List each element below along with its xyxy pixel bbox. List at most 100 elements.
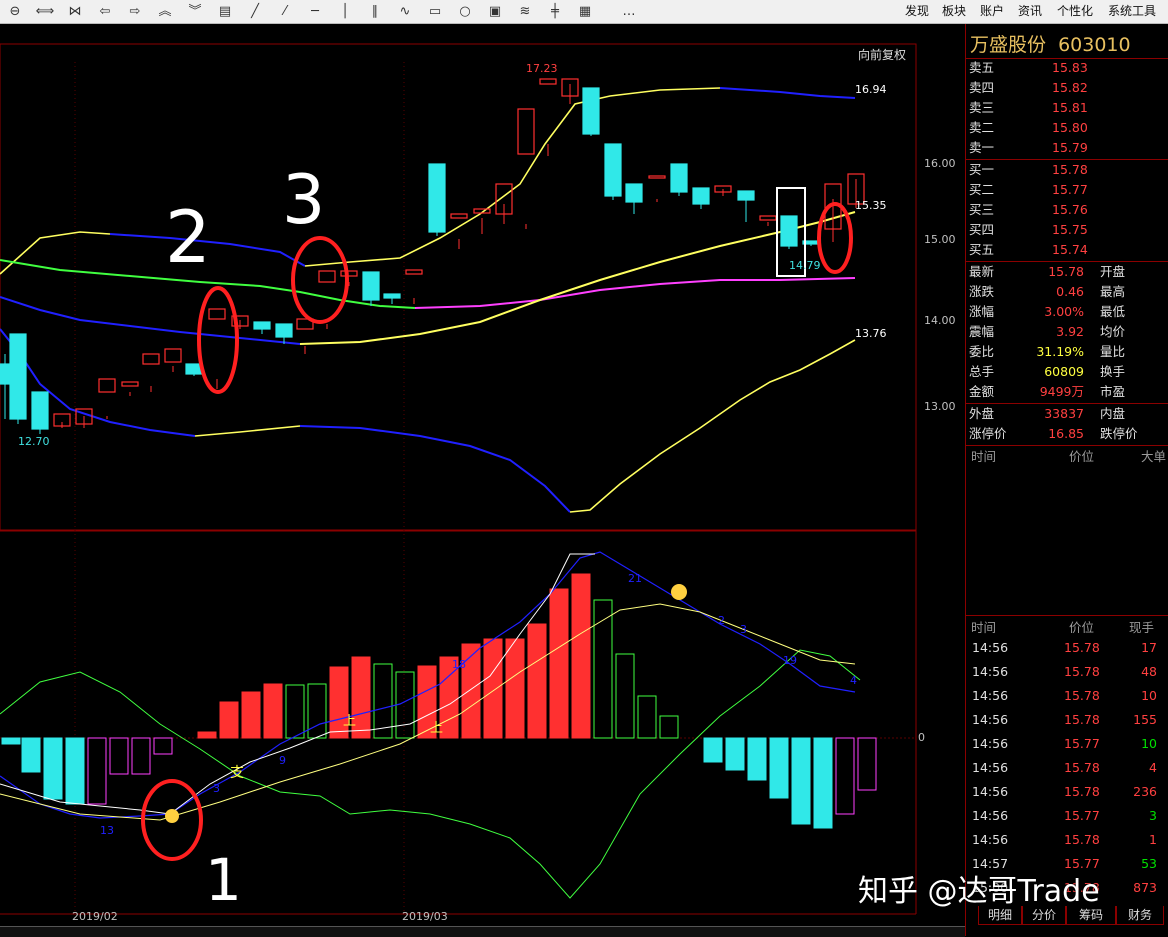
macd-bar [263, 683, 283, 739]
fib-tool-icon[interactable]: ≋ [514, 2, 536, 21]
separator [966, 445, 1168, 446]
candle-body [121, 381, 139, 387]
macd-bar [197, 731, 217, 739]
macd-bar [571, 573, 591, 739]
stat-value: 60809 [1044, 364, 1084, 379]
macd-num-4: 18 [452, 658, 466, 671]
vertical-line-icon[interactable]: │ [334, 2, 356, 21]
stat-label: 总手 [969, 364, 995, 379]
arrows-collapse-icon[interactable]: ⋈ [64, 2, 86, 21]
stat-label: 最新 [969, 264, 995, 279]
menu-zixun[interactable]: 资讯 [1018, 3, 1042, 19]
ma-lower-blue [0, 296, 301, 345]
tick-volume: 155 [1133, 712, 1157, 727]
gann-tool-icon[interactable]: ╪ [544, 2, 566, 21]
chevron-up-icon[interactable]: ︽ [154, 2, 176, 21]
macd-bar [791, 737, 811, 825]
high-price-label: 17.23 [526, 62, 558, 75]
rectangle-icon[interactable]: ▭ [424, 2, 446, 21]
tick-row: 14:56 15.78 236 [966, 782, 1168, 802]
macd-bar [109, 737, 129, 775]
zhangting-label: 涨停价 [969, 426, 1007, 441]
line-tool-icon[interactable]: ╱ [244, 2, 266, 21]
tick-row: 14:56 15.78 155 [966, 710, 1168, 730]
stat-label-2: 均价 [1100, 324, 1126, 339]
buy-price: 15.76 [1052, 202, 1088, 217]
lower-band-label: 13.76 [855, 327, 887, 340]
tick-time: 14:56 [972, 760, 1009, 775]
tick-time: 14:56 [972, 712, 1009, 727]
tick-price: 15.78 [1064, 832, 1100, 847]
shang-marker-2: 上 [430, 721, 444, 736]
annotation-circle-right [817, 202, 853, 274]
circle-icon[interactable]: ○ [454, 2, 476, 21]
tick-volume: 873 [1133, 880, 1157, 895]
stat-value: 0.46 [1056, 284, 1084, 299]
tab-caiwu[interactable]: 财务 [1116, 906, 1164, 925]
fuquan-label[interactable]: 向前复权 [858, 46, 906, 63]
arrow-right-icon[interactable]: ⇨ [124, 2, 146, 21]
menu-zhanghu[interactable]: 账户 [980, 3, 1004, 19]
buy-row: 买五 15.74 [966, 240, 1168, 260]
stat-label: 震幅 [969, 324, 995, 339]
layout-icon[interactable]: ▤ [214, 2, 236, 21]
macd-bar [131, 737, 151, 775]
menu-xitong[interactable]: 系统工具 [1108, 3, 1156, 19]
more-icon[interactable]: … [618, 2, 640, 21]
macd-num-1: 13 [100, 824, 114, 837]
candle-body [253, 321, 271, 330]
buy-price: 15.78 [1052, 162, 1088, 177]
zoom-out-icon[interactable]: ⊖ [4, 2, 26, 21]
upper-band-label: 16.94 [855, 83, 887, 96]
menu-gexinghua[interactable]: 个性化 [1057, 3, 1093, 19]
stat-label-2: 开盘 [1100, 264, 1126, 279]
tick-volume: 48 [1141, 664, 1157, 679]
menu-bankuai[interactable]: 板块 [942, 3, 966, 19]
candle-body [582, 87, 600, 135]
arrows-h-icon[interactable]: ⟺ [34, 2, 56, 21]
macd-bar [219, 701, 239, 739]
macd-num-2: 3 [213, 782, 220, 795]
candle-body [670, 163, 688, 193]
candle-body [737, 190, 755, 201]
stat-value: 3.92 [1056, 324, 1084, 339]
tick-volume: 4 [1149, 760, 1157, 775]
parallel-line-icon[interactable]: ∥ [364, 2, 386, 21]
tick-row: 14:56 15.78 1 [966, 830, 1168, 850]
wave-tool-icon[interactable]: ∿ [394, 2, 416, 21]
kline-chart[interactable]: 向前复权 16.00 15.00 14.00 13.00 0 2019/02 2… [0, 24, 965, 936]
tick-volume: 10 [1141, 688, 1157, 703]
mid-band-label: 15.35 [855, 199, 887, 212]
buy-row: 买一 15.78 [966, 160, 1168, 180]
tick-price: 15.78 [1064, 688, 1100, 703]
stat-label: 涨跌 [969, 284, 995, 299]
dieting-label: 跌停价 [1100, 426, 1138, 441]
text-box-icon[interactable]: ▣ [484, 2, 506, 21]
tick-row: 14:56 15.77 10 [966, 734, 1168, 754]
chevron-down-icon[interactable]: ︾ [184, 2, 206, 21]
dashed-line-icon[interactable]: ⁄ [274, 2, 296, 21]
arrow-left-icon[interactable]: ⇦ [94, 2, 116, 21]
chart-canvas[interactable] [0, 24, 965, 936]
buy-label: 买四 [969, 222, 995, 237]
eraser-icon[interactable]: ▦ [574, 2, 596, 21]
macd-bar [813, 737, 833, 829]
macd-bar [285, 684, 305, 739]
stat-row: 委比 31.19% 量比 [966, 342, 1168, 362]
candle-body [692, 187, 710, 205]
stat-label-2: 量比 [1100, 344, 1126, 359]
sell-price: 15.83 [1052, 60, 1088, 75]
macd-bar [527, 623, 547, 739]
stat-label: 金额 [969, 384, 995, 399]
candle-body [604, 143, 622, 197]
shang-marker-1: 上 [343, 714, 357, 729]
price-tick-15: 15.00 [924, 233, 956, 246]
zhangting-value: 16.85 [1048, 426, 1084, 441]
candle-body [31, 391, 49, 430]
bigorder-price-header: 价位 [1069, 449, 1095, 464]
candle-body [428, 163, 446, 233]
horizontal-line-icon[interactable]: ─ [304, 2, 326, 21]
menu-faxian[interactable]: 发现 [905, 3, 929, 19]
buy-label: 买二 [969, 182, 995, 197]
sell-row: 卖二 15.80 [966, 118, 1168, 138]
